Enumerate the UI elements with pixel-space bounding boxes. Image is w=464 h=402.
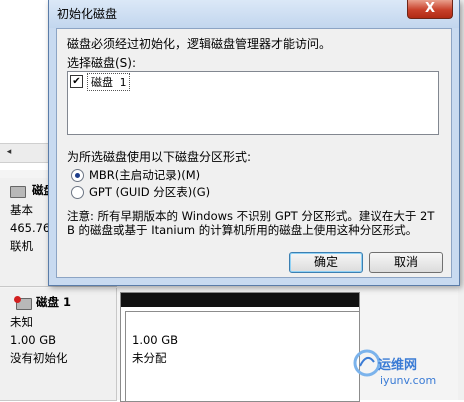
partition-body: 1.00 GB 未分配 bbox=[125, 311, 359, 401]
unallocated-partition[interactable]: 1.00 GB 未分配 bbox=[120, 292, 360, 402]
gpt-note: 注意: 所有早期版本的 Windows 不识别 GPT 分区形式。建议在大于 2… bbox=[67, 209, 435, 237]
watermark: 运维网 iyunv.com bbox=[352, 344, 462, 400]
disk-0-size: 465.76 bbox=[10, 221, 51, 235]
disk-0-type: 基本 bbox=[10, 203, 33, 217]
dialog-titlebar[interactable]: 初始化磁盘 X bbox=[49, 0, 459, 28]
mbr-radio[interactable] bbox=[71, 168, 84, 182]
unallocated-bar bbox=[121, 293, 359, 307]
gpt-radio[interactable] bbox=[71, 185, 84, 199]
disk-1-checkbox[interactable]: ✔ bbox=[70, 75, 83, 88]
gpt-option[interactable]: GPT (GUID 分区表)(G) bbox=[71, 184, 210, 200]
disk-list[interactable]: ✔ 磁盘 1 bbox=[67, 71, 439, 135]
list-item[interactable]: ✔ 磁盘 1 bbox=[70, 72, 131, 91]
disk-1-size: 1.00 GB bbox=[10, 333, 57, 347]
disk-1-title: 磁盘 1 bbox=[36, 295, 72, 309]
dialog-message: 磁盘必须经过初始化，逻辑磁盘管理器才能访问。 bbox=[67, 37, 332, 51]
watermark-url: iyunv.com bbox=[380, 374, 437, 387]
disk-1-list-label: 磁盘 1 bbox=[87, 72, 131, 91]
close-button[interactable]: X bbox=[407, 0, 453, 19]
ok-button[interactable]: 确定 bbox=[289, 252, 363, 273]
initialize-disk-dialog: 初始化磁盘 X 磁盘必须经过初始化，逻辑磁盘管理器才能访问。 选择磁盘(S): … bbox=[48, 0, 460, 286]
gpt-label: GPT (GUID 分区表)(G) bbox=[89, 185, 211, 199]
disk-0-status: 联机 bbox=[10, 239, 33, 253]
disk-icon bbox=[10, 186, 26, 198]
chevron-left-icon[interactable]: ◂ bbox=[2, 145, 16, 159]
dialog-title: 初始化磁盘 bbox=[57, 7, 118, 21]
watermark-text: 运维网 bbox=[378, 358, 418, 373]
mbr-label: MBR(主启动记录)(M) bbox=[89, 168, 201, 182]
disk-uninitialized-icon bbox=[14, 296, 32, 310]
dialog-body: 磁盘必须经过初始化，逻辑磁盘管理器才能访问。 选择磁盘(S): ✔ 磁盘 1 为… bbox=[56, 28, 452, 278]
partition-style-label: 为所选磁盘使用以下磁盘分区形式: bbox=[67, 150, 252, 164]
disk-1-type: 未知 bbox=[10, 315, 33, 329]
select-disk-label: 选择磁盘(S): bbox=[67, 56, 137, 70]
cancel-button[interactable]: 取消 bbox=[369, 252, 443, 273]
partition-size: 1.00 GB bbox=[132, 333, 179, 347]
disk-1-info[interactable]: 磁盘 1 未知 1.00 GB 没有初始化 bbox=[0, 288, 117, 401]
partition-state: 未分配 bbox=[132, 351, 167, 365]
mbr-option[interactable]: MBR(主启动记录)(M) bbox=[71, 167, 200, 183]
disk-1-status: 没有初始化 bbox=[10, 351, 68, 365]
